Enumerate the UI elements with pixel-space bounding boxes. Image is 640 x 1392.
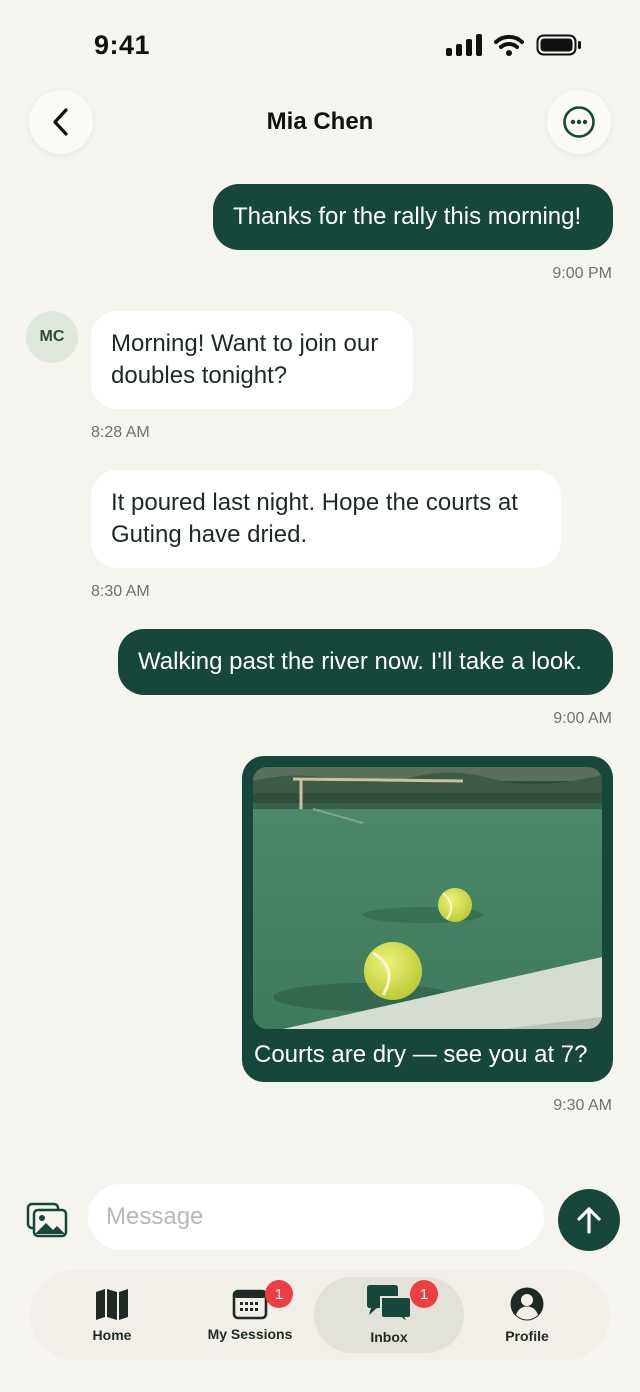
cellular-signal-icon — [446, 34, 482, 56]
message-timestamp: 9:30 AM — [553, 1097, 612, 1114]
message-timestamp: 8:28 AM — [91, 424, 150, 441]
page-title: Mia Chen — [266, 108, 374, 135]
tab-label: Inbox — [370, 1329, 408, 1345]
message-timestamp: 9:00 AM — [553, 710, 612, 727]
wifi-icon — [494, 34, 524, 56]
more-options-button[interactable] — [547, 90, 611, 154]
more-options-icon — [563, 106, 595, 138]
message-timestamp: 9:00 PM — [552, 265, 612, 282]
message-text: Courts are dry — see you at 7? — [254, 1041, 588, 1068]
message-bubble-outgoing[interactable]: Walking past the river now. I'll take a … — [118, 629, 613, 695]
message-text: It poured last night. Hope the courts at… — [111, 489, 518, 548]
arrow-up-icon — [577, 1207, 601, 1234]
attach-photo-button[interactable] — [26, 1202, 68, 1238]
tab-my-sessions[interactable]: My Sessions 1 — [190, 1270, 310, 1360]
message-input[interactable] — [88, 1184, 544, 1250]
avatar[interactable]: MC — [26, 311, 78, 363]
notification-badge: 1 — [265, 1280, 293, 1308]
message-bubble-incoming[interactable]: Morning! Want to join our doubles tonigh… — [91, 311, 413, 409]
notification-badge: 1 — [410, 1280, 438, 1308]
tab-label: Profile — [505, 1328, 549, 1344]
battery-icon — [536, 34, 581, 56]
map-icon — [96, 1289, 128, 1320]
status-bar: 9:41 — [0, 0, 640, 90]
bottom-tab-bar: Home My Sessions 1 Inbox 1 Profile — [30, 1270, 610, 1360]
tab-home[interactable]: Home — [62, 1270, 162, 1360]
profile-icon — [510, 1287, 544, 1321]
tab-label: My Sessions — [207, 1326, 293, 1342]
send-button[interactable] — [558, 1189, 620, 1251]
message-text: Morning! Want to join our doubles tonigh… — [111, 330, 379, 389]
tab-label: Home — [92, 1327, 132, 1343]
photo-message-bubble[interactable]: Courts are dry — see you at 7? — [242, 756, 613, 1082]
calendar-icon — [232, 1289, 268, 1320]
avatar-initials: MC — [39, 328, 65, 345]
status-time: 9:41 — [94, 30, 151, 60]
chat-icon — [367, 1285, 412, 1323]
tab-inbox[interactable]: Inbox 1 — [314, 1277, 464, 1353]
message-bubble-outgoing[interactable]: Thanks for the rally this morning! — [213, 184, 613, 250]
message-bubble-incoming[interactable]: It poured last night. Hope the courts at… — [91, 470, 561, 568]
message-text: Thanks for the rally this morning! — [233, 203, 582, 230]
chat-header: Mia Chen — [0, 90, 640, 160]
tab-profile[interactable]: Profile — [477, 1270, 577, 1360]
message-text: Walking past the river now. I'll take a … — [138, 648, 582, 675]
status-icons — [446, 34, 582, 56]
gallery-icon — [26, 1202, 68, 1238]
tennis-court-photo[interactable] — [253, 767, 602, 1029]
message-timestamp: 8:30 AM — [91, 583, 150, 600]
